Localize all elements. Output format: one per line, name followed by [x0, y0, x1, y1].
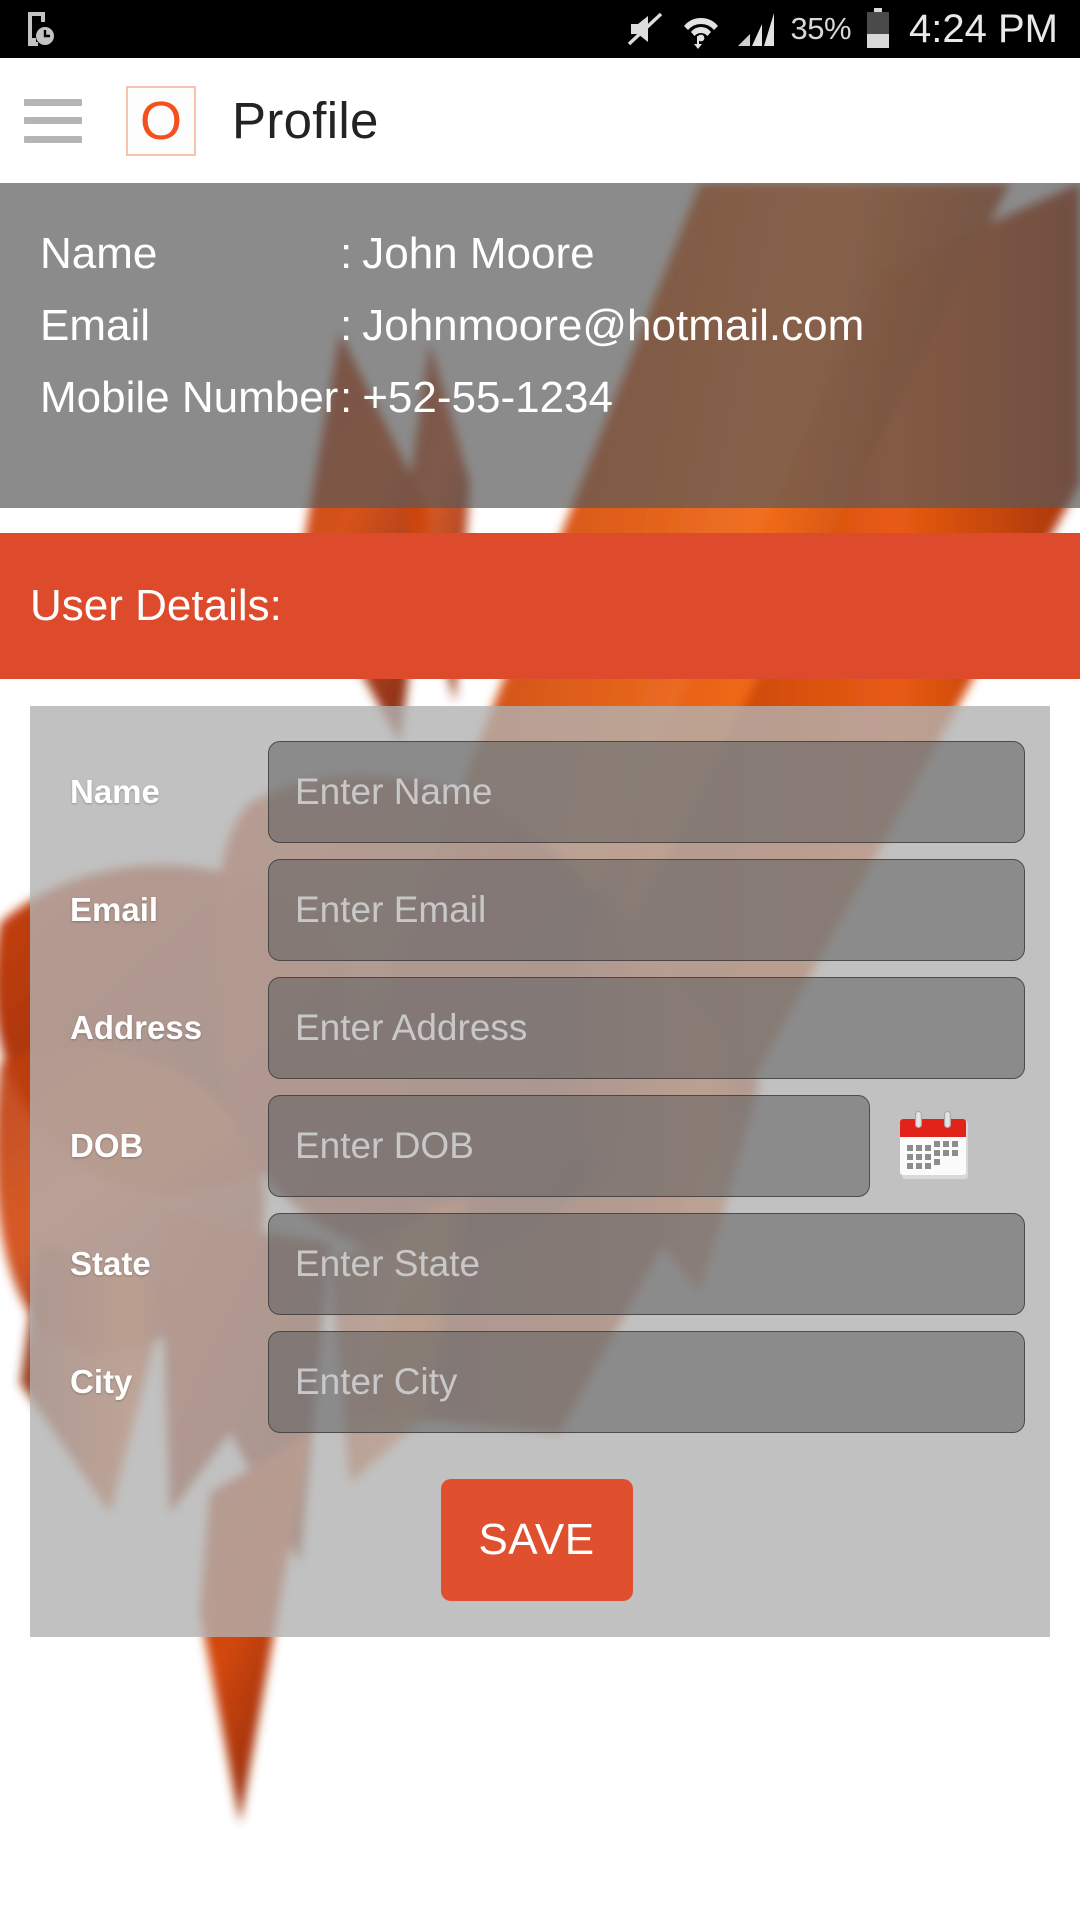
profile-label-email: Email [40, 301, 151, 350]
save-row: SAVE [48, 1449, 1025, 1609]
profile-value-email: Johnmoore@hotmail.com [362, 301, 865, 350]
profile-row-email: Email : Johnmoore@hotmail.com [40, 301, 1040, 351]
phone-clock-icon [22, 10, 54, 48]
field-row-state: State Enter State [48, 1213, 1025, 1315]
calendar-icon[interactable] [896, 1107, 974, 1185]
dob-input[interactable]: Enter DOB [268, 1095, 870, 1197]
profile-separator: : [340, 373, 353, 422]
battery-percent-label: 35% [790, 11, 852, 46]
phone-screen: 35% 4:24 PM O Profile Name: John Moore … [0, 0, 1080, 1920]
user-details-header: User Details: [0, 533, 1080, 679]
profile-value-name: John Moore [362, 229, 595, 278]
band-gap [0, 508, 1080, 533]
profile-value-mobile: +52-55-1234 [362, 373, 613, 422]
field-row-city: City Enter City [48, 1331, 1025, 1433]
field-row-address: Address Enter Address [48, 977, 1025, 1079]
hamburger-bar [24, 135, 82, 143]
profile-row-mobile: Mobile Number : +52-55-1234 [40, 373, 1040, 423]
user-details-form: Name Enter Name Email Enter Email Addres… [30, 706, 1050, 1637]
name-input-placeholder: Enter Name [295, 771, 493, 812]
page-content: Name : John Moore Email : Johnmoore@hotm… [0, 183, 1080, 1637]
signal-icon [736, 10, 776, 48]
battery-icon [865, 8, 891, 50]
app-logo-letter: O [139, 90, 182, 151]
field-label-email: Email [70, 891, 159, 928]
page-title: Profile [232, 92, 379, 149]
status-bar-right: 35% 4:24 PM [626, 7, 1058, 52]
profile-separator: : [340, 301, 353, 350]
hamburger-bar [24, 117, 82, 124]
status-bar: 35% 4:24 PM [0, 0, 1080, 58]
app-logo[interactable]: O [126, 85, 196, 156]
hamburger-menu-icon[interactable] [16, 95, 92, 147]
profile-label-mobile: Mobile Number [40, 373, 339, 422]
field-label-name: Name [70, 773, 160, 810]
address-input[interactable]: Enter Address [268, 977, 1025, 1079]
city-input-placeholder: Enter City [295, 1361, 458, 1402]
mute-icon [626, 9, 666, 49]
city-input[interactable]: Enter City [268, 1331, 1025, 1433]
field-label-dob: DOB [70, 1127, 144, 1164]
field-label-state: State [70, 1245, 151, 1282]
form-container: Name Enter Name Email Enter Email Addres… [0, 679, 1080, 1637]
state-input-placeholder: Enter State [295, 1243, 481, 1284]
field-row-dob: DOB Enter DOB [48, 1095, 1025, 1197]
field-row-name: Name Enter Name [48, 741, 1025, 843]
status-bar-left [22, 10, 54, 48]
email-input-placeholder: Enter Email [295, 889, 487, 930]
app-bar: O Profile [0, 58, 1080, 183]
status-bar-clock: 4:24 PM [909, 6, 1058, 51]
address-input-placeholder: Enter Address [295, 1007, 528, 1048]
user-details-header-label: User Details: [30, 581, 282, 630]
name-input[interactable]: Enter Name [268, 741, 1025, 843]
email-input[interactable]: Enter Email [268, 859, 1025, 961]
dob-input-placeholder: Enter DOB [295, 1125, 474, 1166]
field-row-email: Email Enter Email [48, 859, 1025, 961]
wifi-icon [680, 9, 722, 49]
profile-summary-band: Name : John Moore Email : Johnmoore@hotm… [0, 183, 1080, 508]
field-label-address: Address [70, 1009, 203, 1046]
field-label-city: City [70, 1363, 133, 1400]
profile-separator: : [340, 229, 353, 278]
state-input[interactable]: Enter State [268, 1213, 1025, 1315]
save-button[interactable]: SAVE [440, 1479, 633, 1601]
hamburger-bar [24, 98, 82, 106]
profile-row-name: Name : John Moore [40, 229, 1040, 279]
profile-label-name: Name [40, 229, 158, 278]
